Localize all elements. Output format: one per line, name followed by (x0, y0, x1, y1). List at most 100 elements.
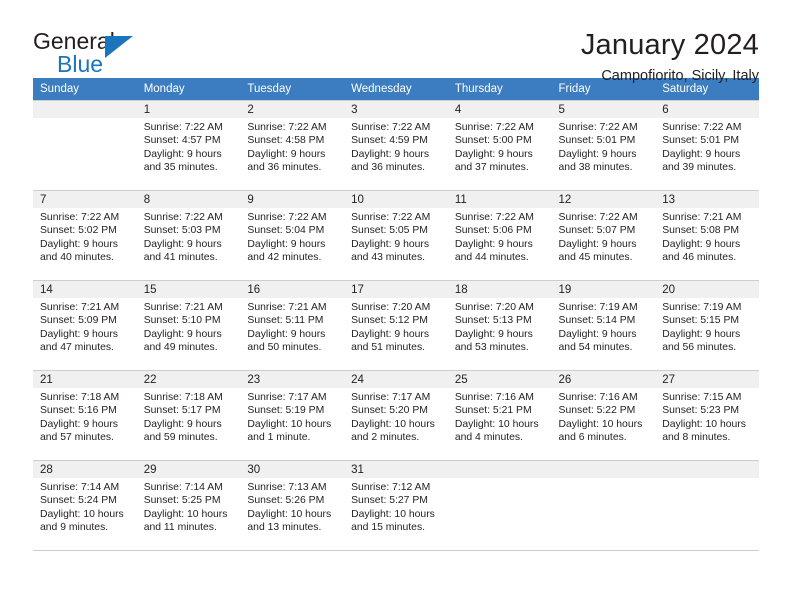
calendar-cell-empty (551, 460, 656, 551)
daylight-text-line2: and 36 minutes. (247, 162, 322, 174)
sunset-text: Sunset: 5:26 PM (247, 495, 325, 507)
calendar-day-cell[interactable]: 9 Sunrise: 7:22 AM Sunset: 5:04 PM Daylight… (240, 190, 345, 281)
daylight-text-line1: Daylight: 9 hours (143, 238, 222, 250)
calendar-day-cell[interactable]: 17 Sunrise: 7:20 AM Sunset: 5:12 PM Dayligh… (344, 280, 448, 371)
sunset-text: Sunset: 5:03 PM (143, 225, 221, 237)
page-title: January 2024 (580, 29, 759, 61)
calendar-day-cell[interactable]: 2 Sunrise: 7:22 AM Sunset: 4:58 PM Daylight… (240, 100, 345, 191)
day-number: 30 (240, 461, 345, 478)
calendar-day-cell[interactable]: 1 Sunrise: 7:22 AM Sunset: 4:57 PM Daylight… (136, 100, 241, 191)
calendar-day-cell[interactable]: 15 Sunrise: 7:21 AM Sunset: 5:10 PM Dayligh… (136, 280, 241, 371)
day-details: Sunrise: 7:17 AM Sunset: 5:19 PM Daylight:… (240, 388, 344, 445)
calendar-day-cell[interactable]: 12 Sunrise: 7:22 AM Sunset: 5:07 PM Dayligh… (551, 190, 656, 281)
daylight-text-line2: and 4 minutes. (454, 432, 523, 444)
sunrise-text: Sunrise: 7:21 AM (143, 302, 223, 313)
daylight-text-line1: Daylight: 9 hours (143, 328, 222, 340)
day-details: Sunrise: 7:22 AM Sunset: 4:57 PM Daylight:… (137, 118, 241, 175)
calendar-day-cell[interactable]: 14 Sunrise: 7:21 AM Sunset: 5:09 PM Dayligh… (33, 280, 137, 371)
daylight-text-line1: Daylight: 10 hours (143, 508, 228, 520)
sunrise-text: Sunrise: 7:20 AM (351, 302, 431, 313)
calendar-day-cell[interactable]: 23 Sunrise: 7:17 AM Sunset: 5:19 PM Dayligh… (240, 370, 345, 461)
calendar-day-cell[interactable]: 21 Sunrise: 7:18 AM Sunset: 5:16 PM Dayligh… (33, 370, 137, 461)
calendar-day-cell[interactable]: 5 Sunrise: 7:22 AM Sunset: 5:01 PM Daylight… (551, 100, 656, 191)
sunset-text: Sunset: 5:16 PM (40, 405, 117, 417)
day-details: Sunrise: 7:22 AM Sunset: 5:01 PM Daylight:… (552, 118, 656, 175)
calendar-day-cell[interactable]: 27 Sunrise: 7:15 AM Sunset: 5:23 PM Dayligh… (655, 370, 759, 461)
calendar-day-cell[interactable]: 13 Sunrise: 7:21 AM Sunset: 5:08 PM Dayligh… (655, 190, 759, 281)
daylight-text-line2: and 2 minutes. (351, 432, 420, 444)
calendar-cell-empty (447, 460, 552, 551)
daylight-text-line2: and 41 minutes. (143, 252, 218, 264)
daylight-text-line2: and 49 minutes. (143, 342, 218, 354)
daylight-text-line1: Daylight: 9 hours (351, 148, 430, 160)
generalblue-logo: General Blue (33, 28, 213, 84)
calendar-day-cell[interactable]: 29 Sunrise: 7:14 AM Sunset: 5:25 PM Dayligh… (136, 460, 241, 551)
calendar-day-cell[interactable]: 20 Sunrise: 7:19 AM Sunset: 5:15 PM Dayligh… (655, 280, 759, 371)
calendar-day-cell[interactable]: 30 Sunrise: 7:13 AM Sunset: 5:26 PM Dayligh… (240, 460, 345, 551)
weekday-header-thursday: Thursday (447, 78, 552, 101)
day-number: 17 (344, 281, 448, 298)
calendar-day-cell[interactable]: 4 Sunrise: 7:22 AM Sunset: 5:00 PM Daylight… (447, 100, 552, 191)
sunset-text: Sunset: 5:00 PM (454, 135, 532, 147)
day-details: Sunrise: 7:13 AM Sunset: 5:26 PM Daylight:… (240, 478, 344, 535)
day-details: Sunrise: 7:16 AM Sunset: 5:22 PM Daylight:… (552, 388, 656, 445)
sunrise-text: Sunrise: 7:13 AM (247, 482, 327, 493)
day-details: Sunrise: 7:19 AM Sunset: 5:15 PM Daylight:… (655, 298, 759, 355)
day-details: Sunrise: 7:22 AM Sunset: 5:06 PM Daylight:… (448, 208, 552, 265)
calendar-day-cell[interactable]: 25 Sunrise: 7:16 AM Sunset: 5:21 PM Dayligh… (447, 370, 552, 461)
daylight-text-line1: Daylight: 9 hours (454, 238, 533, 250)
day-details: Sunrise: 7:21 AM Sunset: 5:10 PM Daylight:… (137, 298, 241, 355)
day-number: 19 (551, 281, 656, 298)
calendar-day-cell[interactable]: 26 Sunrise: 7:16 AM Sunset: 5:22 PM Dayligh… (551, 370, 656, 461)
sunrise-text: Sunrise: 7:21 AM (40, 302, 120, 313)
calendar-day-cell[interactable]: 10 Sunrise: 7:22 AM Sunset: 5:05 PM Dayligh… (344, 190, 448, 281)
day-number: 2 (240, 101, 345, 118)
sunrise-text: Sunrise: 7:22 AM (662, 122, 742, 133)
calendar-day-cell[interactable]: 11 Sunrise: 7:22 AM Sunset: 5:06 PM Dayligh… (447, 190, 552, 281)
calendar-week-row: 28 Sunrise: 7:14 AM Sunset: 5:24 PM Dayligh… (33, 460, 759, 551)
sunset-text: Sunset: 5:01 PM (662, 135, 740, 147)
daylight-text-line2: and 8 minutes. (662, 432, 731, 444)
daylight-text-line1: Daylight: 10 hours (247, 418, 332, 430)
calendar-day-cell[interactable]: 28 Sunrise: 7:14 AM Sunset: 5:24 PM Dayligh… (33, 460, 137, 551)
daylight-text-line2: and 51 minutes. (351, 342, 426, 354)
day-number: 15 (136, 281, 241, 298)
calendar-day-cell[interactable]: 22 Sunrise: 7:18 AM Sunset: 5:17 PM Dayligh… (136, 370, 241, 461)
sunrise-text: Sunrise: 7:22 AM (454, 122, 534, 133)
sunset-text: Sunset: 5:10 PM (143, 315, 221, 327)
day-number: 13 (655, 191, 759, 208)
weekday-header-wednesday: Wednesday (344, 78, 448, 101)
calendar-day-cell[interactable]: 19 Sunrise: 7:19 AM Sunset: 5:14 PM Dayligh… (551, 280, 656, 371)
daylight-text-line2: and 37 minutes. (454, 162, 529, 174)
day-details: Sunrise: 7:15 AM Sunset: 5:23 PM Daylight:… (655, 388, 759, 445)
day-details: Sunrise: 7:18 AM Sunset: 5:16 PM Daylight:… (33, 388, 137, 445)
calendar-day-cell[interactable]: 6 Sunrise: 7:22 AM Sunset: 5:01 PM Daylight… (655, 100, 759, 191)
day-details: Sunrise: 7:20 AM Sunset: 5:12 PM Daylight:… (344, 298, 448, 355)
daylight-text-line1: Daylight: 9 hours (558, 238, 637, 250)
daylight-text-line2: and 57 minutes. (40, 432, 114, 444)
daylight-text-line2: and 54 minutes. (558, 342, 633, 354)
calendar-day-cell[interactable]: 31 Sunrise: 7:12 AM Sunset: 5:27 PM Dayligh… (344, 460, 448, 551)
calendar-day-cell[interactable]: 24 Sunrise: 7:17 AM Sunset: 5:20 PM Dayligh… (344, 370, 448, 461)
sunset-text: Sunset: 5:25 PM (143, 495, 221, 507)
sunrise-text: Sunrise: 7:19 AM (558, 302, 638, 313)
day-details: Sunrise: 7:22 AM Sunset: 5:03 PM Daylight:… (137, 208, 241, 265)
calendar-day-cell[interactable]: 8 Sunrise: 7:22 AM Sunset: 5:03 PM Daylight… (136, 190, 241, 281)
calendar-day-cell[interactable]: 3 Sunrise: 7:22 AM Sunset: 4:59 PM Daylight… (344, 100, 448, 191)
calendar-day-cell[interactable]: 7 Sunrise: 7:22 AM Sunset: 5:02 PM Daylight… (33, 190, 137, 281)
sunrise-text: Sunrise: 7:18 AM (40, 392, 120, 403)
weekday-header-tuesday: Tuesday (240, 78, 345, 101)
sunrise-text: Sunrise: 7:12 AM (351, 482, 431, 493)
day-details: Sunrise: 7:14 AM Sunset: 5:25 PM Daylight:… (137, 478, 241, 535)
daylight-text-line2: and 40 minutes. (40, 252, 114, 264)
calendar-day-cell[interactable]: 18 Sunrise: 7:20 AM Sunset: 5:13 PM Dayligh… (447, 280, 552, 371)
sunset-text: Sunset: 5:19 PM (247, 405, 325, 417)
daylight-text-line1: Daylight: 10 hours (558, 418, 643, 430)
daylight-text-line2: and 43 minutes. (351, 252, 426, 264)
calendar-day-cell[interactable]: 16 Sunrise: 7:21 AM Sunset: 5:11 PM Dayligh… (240, 280, 345, 371)
sunrise-text: Sunrise: 7:14 AM (40, 482, 120, 493)
calendar-week-row: 1 Sunrise: 7:22 AM Sunset: 4:57 PM Daylight… (33, 100, 759, 191)
day-details: Sunrise: 7:18 AM Sunset: 5:17 PM Daylight:… (137, 388, 241, 445)
daylight-text-line2: and 46 minutes. (662, 252, 737, 264)
daylight-text-line1: Daylight: 10 hours (662, 418, 746, 430)
